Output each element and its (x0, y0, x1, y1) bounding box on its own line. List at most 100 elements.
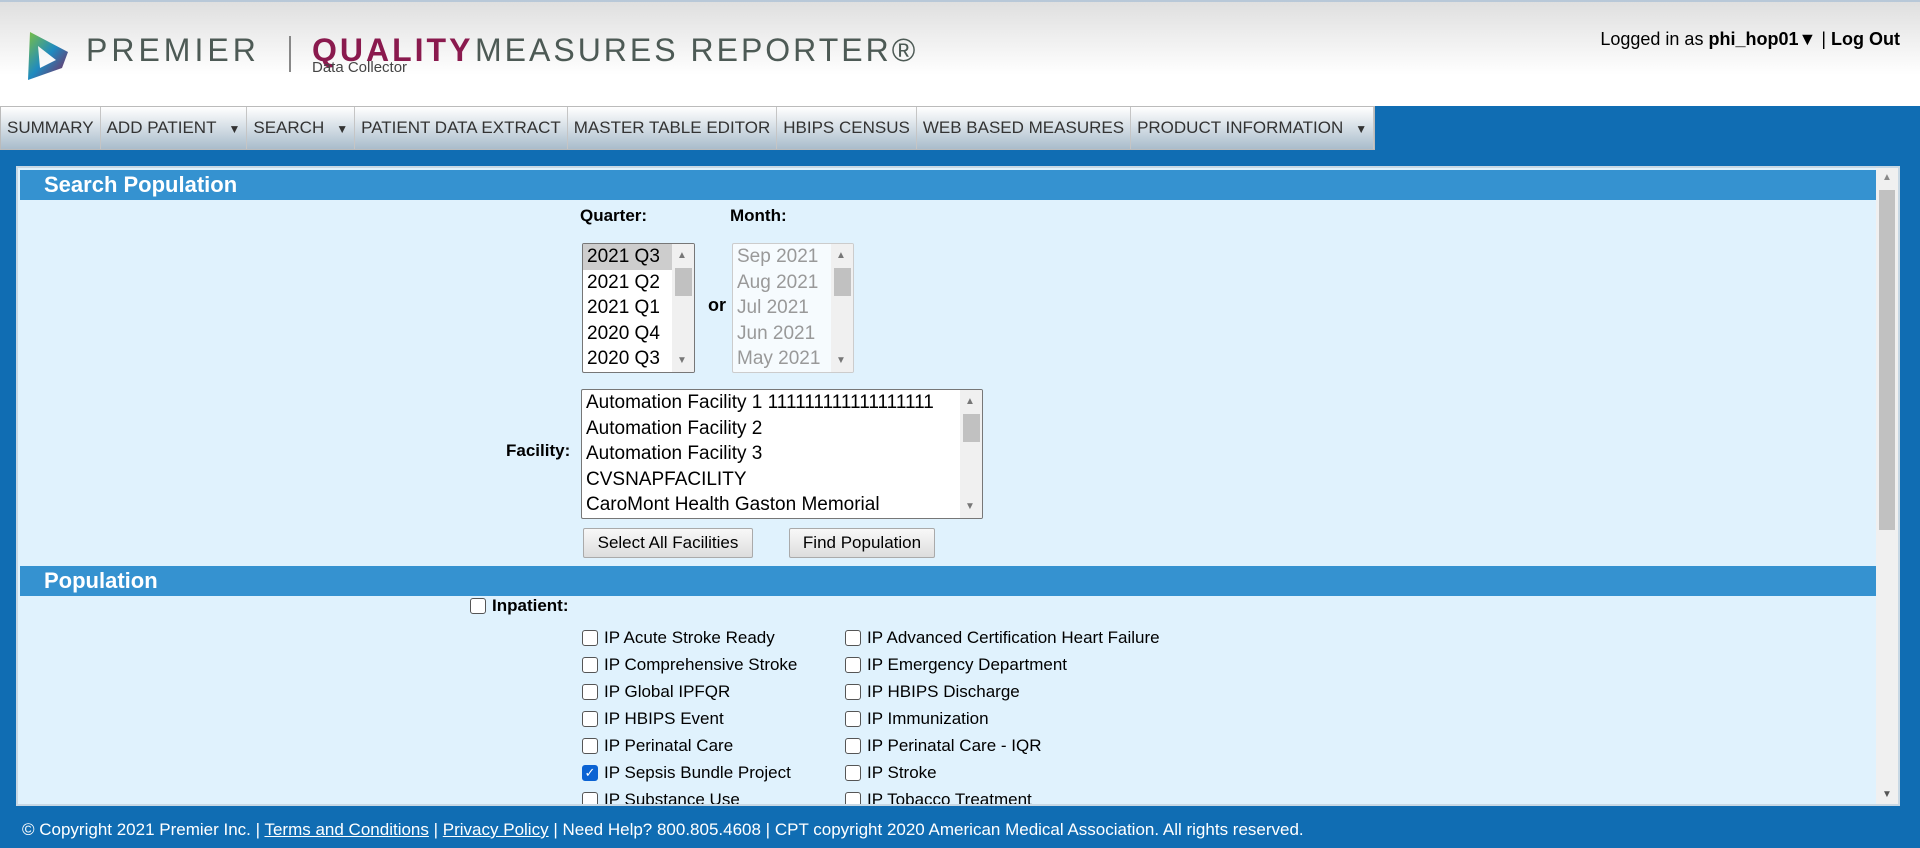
checkbox-checked-icon[interactable]: ✓ (582, 765, 598, 781)
nav-search[interactable]: SEARCH ▼ (247, 107, 356, 149)
nav-label: ADD PATIENT (106, 118, 217, 137)
scroll-up-icon: ▲ (836, 250, 846, 261)
checkbox-ip-emergency-department[interactable]: IP Emergency Department (845, 655, 1067, 675)
separator: | (1821, 29, 1826, 49)
brand-name: PREMIER (86, 32, 260, 68)
checkbox-label: IP HBIPS Event (604, 709, 724, 728)
caret-down-icon: ▼ (336, 122, 349, 136)
checkbox-label: IP Emergency Department (867, 655, 1067, 674)
checkbox-icon[interactable] (845, 630, 861, 646)
quarter-label: Quarter: (580, 206, 648, 225)
checkbox-ip-tobacco-treatment[interactable]: IP Tobacco Treatment (845, 790, 1032, 804)
terms-link[interactable]: Terms and Conditions (264, 820, 428, 839)
checkbox-icon[interactable] (845, 711, 861, 727)
footer: © Copyright 2021 Premier Inc. | Terms an… (22, 820, 1304, 840)
checkbox-ip-perinatal-care-iqr[interactable]: IP Perinatal Care - IQR (845, 736, 1041, 756)
checkbox-icon[interactable] (845, 792, 861, 804)
checkbox-ip-stroke[interactable]: IP Stroke (845, 763, 937, 783)
facility-listbox[interactable]: Automation Facility 1 111111111111111111… (581, 389, 983, 519)
or-label: or (708, 295, 726, 315)
user-menu[interactable]: phi_hop01▼ (1708, 29, 1816, 49)
checkbox-icon[interactable] (582, 711, 598, 727)
separator: | (433, 820, 439, 839)
nav-patient-data-extract[interactable]: PATIENT DATA EXTRACT (355, 107, 568, 149)
find-population-button[interactable]: Find Population (789, 528, 935, 558)
checkbox-label: IP Immunization (867, 709, 989, 728)
checkbox-icon[interactable] (582, 738, 598, 754)
inpatient-label: Inpatient: (492, 596, 569, 615)
checkbox-ip-substance-use[interactable]: IP Substance Use (582, 790, 740, 804)
product-name: MEASURES REPORTER® (475, 32, 919, 68)
checkbox-label: IP Global IPFQR (604, 682, 731, 701)
checkbox-label: IP Perinatal Care - IQR (867, 736, 1042, 755)
month-label: Month: (730, 206, 787, 225)
vertical-scrollbar[interactable]: ▲ ▼ (1876, 168, 1898, 804)
checkbox-ip-global-ipfqr[interactable]: IP Global IPFQR (582, 682, 730, 702)
checkbox-icon[interactable] (582, 684, 598, 700)
checkbox-ip-comprehensive-stroke[interactable]: IP Comprehensive Stroke (582, 655, 797, 675)
checkbox-icon[interactable] (845, 765, 861, 781)
checkbox-ip-immunization[interactable]: IP Immunization (845, 709, 989, 729)
checkbox-ip-acute-stroke-ready[interactable]: IP Acute Stroke Ready (582, 628, 775, 648)
help-and-cpt-text: | Need Help? 800.805.4608 | CPT copyrigh… (553, 820, 1304, 839)
checkbox-ip-hbips-discharge[interactable]: IP HBIPS Discharge (845, 682, 1020, 702)
checkbox-label: IP Comprehensive Stroke (604, 655, 798, 674)
nav-label: SEARCH (253, 118, 325, 137)
inpatient-checkbox[interactable]: Inpatient: (470, 596, 569, 616)
user-bar: Logged in as phi_hop01▼ | Log Out (1600, 29, 1900, 50)
checkbox-ip-perinatal-care[interactable]: IP Perinatal Care (582, 736, 733, 756)
header: PREMIER QUALITY MEASURES REPORTER® Data … (0, 0, 1920, 106)
scroll-down-icon: ▼ (677, 355, 687, 366)
privacy-link[interactable]: Privacy Policy (443, 820, 549, 839)
list-option[interactable]: Automation Facility 1 111111111111111111 (582, 390, 982, 416)
caret-down-icon: ▼ (228, 122, 241, 136)
checkbox-ip-sepsis-bundle-project[interactable]: ✓ IP Sepsis Bundle Project (582, 763, 791, 783)
scrollbar-thumb (834, 268, 851, 296)
facility-label: Facility: (506, 441, 571, 460)
checkbox-ip-advanced-certification-heart-failure[interactable]: IP Advanced Certification Heart Failure (845, 628, 1160, 648)
checkbox-label: IP Perinatal Care (604, 736, 734, 755)
checkbox-label: IP Acute Stroke Ready (604, 628, 775, 647)
nav-hbips-census[interactable]: HBIPS CENSUS (777, 107, 917, 149)
scrollbar-thumb (675, 268, 692, 296)
scrollbar-thumb[interactable] (1879, 190, 1895, 530)
premier-logo-icon (28, 32, 68, 80)
checkbox-icon[interactable] (845, 738, 861, 754)
scroll-up-icon: ▲ (677, 250, 687, 261)
quarter-listbox[interactable]: 2021 Q3 2021 Q2 2021 Q1 2020 Q4 2020 Q3 ▲ ▼ (582, 243, 695, 373)
population-header: Population (20, 566, 1878, 596)
search-population-header: Search Population (20, 170, 1878, 200)
logo-divider (289, 36, 291, 72)
nav-web-based-measures[interactable]: WEB BASED MEASURES (917, 107, 1132, 149)
listbox-scrollbar[interactable]: ▲ ▼ (960, 390, 982, 518)
scroll-down-icon[interactable]: ▼ (1882, 789, 1892, 800)
logout-link[interactable]: Log Out (1831, 29, 1900, 49)
product-subtitle: Data Collector (312, 59, 408, 76)
scrollbar-thumb (963, 414, 980, 442)
scroll-up-icon: ▲ (965, 396, 975, 407)
checkbox-icon[interactable] (582, 657, 598, 673)
list-option[interactable]: Automation Facility 3 (582, 441, 982, 467)
checkbox-icon[interactable] (845, 684, 861, 700)
checkbox-icon[interactable] (582, 792, 598, 804)
select-all-facilities-button[interactable]: Select All Facilities (583, 528, 753, 558)
checkbox-icon[interactable] (470, 598, 486, 614)
scroll-down-icon: ▼ (836, 355, 846, 366)
nav-master-table-editor[interactable]: MASTER TABLE EDITOR (568, 107, 778, 149)
listbox-scrollbar: ▲ ▼ (831, 244, 853, 372)
scroll-up-icon[interactable]: ▲ (1882, 172, 1892, 183)
list-option[interactable]: Automation Facility 2 (582, 416, 982, 442)
checkbox-ip-hbips-event[interactable]: IP HBIPS Event (582, 709, 724, 729)
listbox-scrollbar[interactable]: ▲ ▼ (672, 244, 694, 372)
nav-add-patient[interactable]: ADD PATIENT ▼ (101, 107, 248, 149)
nav-product-information[interactable]: PRODUCT INFORMATION ▼ (1131, 107, 1375, 149)
checkbox-icon[interactable] (582, 630, 598, 646)
copyright-text: © Copyright 2021 Premier Inc. | (22, 820, 261, 839)
list-option[interactable]: CaroMont Health Gaston Memorial (582, 492, 982, 518)
nav-label: MASTER TABLE EDITOR (573, 118, 771, 137)
nav-summary[interactable]: SUMMARY (1, 107, 101, 149)
nav-label: WEB BASED MEASURES (922, 118, 1125, 137)
main-nav: SUMMARY ADD PATIENT ▼ SEARCH ▼ PATIENT DATA E… (0, 106, 1376, 150)
checkbox-icon[interactable] (845, 657, 861, 673)
list-option[interactable]: CVSNAPFACILITY (582, 467, 982, 493)
